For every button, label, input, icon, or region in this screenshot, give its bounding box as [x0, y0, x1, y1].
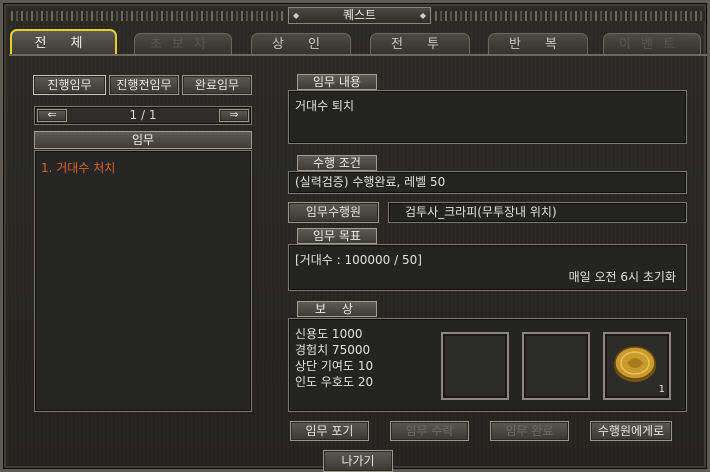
quest-list-header: 임무: [34, 131, 252, 149]
condition-box: (실력검증) 수행완료, 레벨 50: [288, 171, 687, 194]
content-text: 거대수 퇴치: [295, 99, 355, 113]
reward-slot-3[interactable]: 1: [603, 332, 671, 400]
quest-window: ◆ 퀘스트 ◆ 전 체 초보자 상 인 전 투 반 복 이벤트 진행임무 진행전…: [0, 0, 710, 472]
quest-giver-box: 검투사_크라피(무투장내 위치): [388, 202, 687, 223]
reward-label: 보 상: [297, 301, 377, 317]
subtab-completed[interactable]: 완료임무: [182, 75, 252, 95]
goal-box: [거대수 : 100000 / 50] 매일 오전 6시 초기화: [288, 244, 687, 291]
diamond-icon: ◆: [293, 11, 300, 20]
quest-list-item[interactable]: 1. 거대수 처치: [41, 159, 115, 176]
reward-credit: 신용도 1000: [295, 327, 363, 341]
pager-bar: ⇐ 1 / 1 ⇒: [34, 106, 252, 125]
content-box: 거대수 퇴치: [288, 90, 687, 144]
item-count: 1: [658, 384, 665, 395]
reward-india-friendship: 인도 우호도 20: [295, 375, 374, 389]
tab-all[interactable]: 전 체: [10, 29, 117, 55]
tab-event[interactable]: 이벤트: [603, 33, 701, 55]
window-title: ◆ 퀘스트 ◆: [288, 7, 431, 24]
arrow-right-icon: ⇒: [229, 108, 239, 121]
quest-giver-text: 검투사_크라피(무투장내 위치): [405, 205, 557, 219]
title-ornament-right: [435, 11, 705, 21]
condition-label: 수행 조건: [297, 155, 377, 171]
reset-note: 매일 오전 6시 초기화: [568, 270, 676, 284]
tab-repeat[interactable]: 반 복: [488, 33, 588, 55]
tab-combat[interactable]: 전 투: [370, 33, 470, 55]
goal-label: 임무 목표: [297, 228, 377, 244]
tab-merchant[interactable]: 상 인: [251, 33, 351, 55]
quest-list: 1. 거대수 처치: [34, 150, 252, 412]
reward-exp: 경험치 75000: [295, 343, 371, 357]
complete-quest-button[interactable]: 임무 완료: [490, 421, 569, 441]
go-to-giver-button[interactable]: 수행원에게로: [590, 421, 672, 441]
exit-button[interactable]: 나가기: [323, 450, 393, 472]
tab-divider: [9, 54, 707, 56]
accept-quest-button[interactable]: 임무 수락: [390, 421, 469, 441]
goal-text: [거대수 : 100000 / 50]: [295, 253, 422, 267]
reward-slot-1[interactable]: [441, 332, 509, 400]
next-page-button[interactable]: ⇒: [219, 109, 249, 122]
condition-text: (실력검증) 수행완료, 레벨 50: [295, 175, 446, 189]
subtab-pending[interactable]: 진행전임무: [109, 75, 179, 95]
reward-guild-contribution: 상단 기여도 10: [295, 359, 374, 373]
title-ornament-left: [11, 11, 283, 21]
reward-slot-2[interactable]: [522, 332, 590, 400]
tab-beginner[interactable]: 초보자: [134, 33, 232, 55]
content-label: 임무 내용: [297, 74, 377, 90]
subtab-in-progress[interactable]: 진행임무: [33, 75, 106, 95]
diamond-icon: ◆: [419, 11, 426, 20]
quest-giver-button[interactable]: 임무수행원: [288, 202, 379, 223]
abandon-quest-button[interactable]: 임무 포기: [290, 421, 369, 441]
